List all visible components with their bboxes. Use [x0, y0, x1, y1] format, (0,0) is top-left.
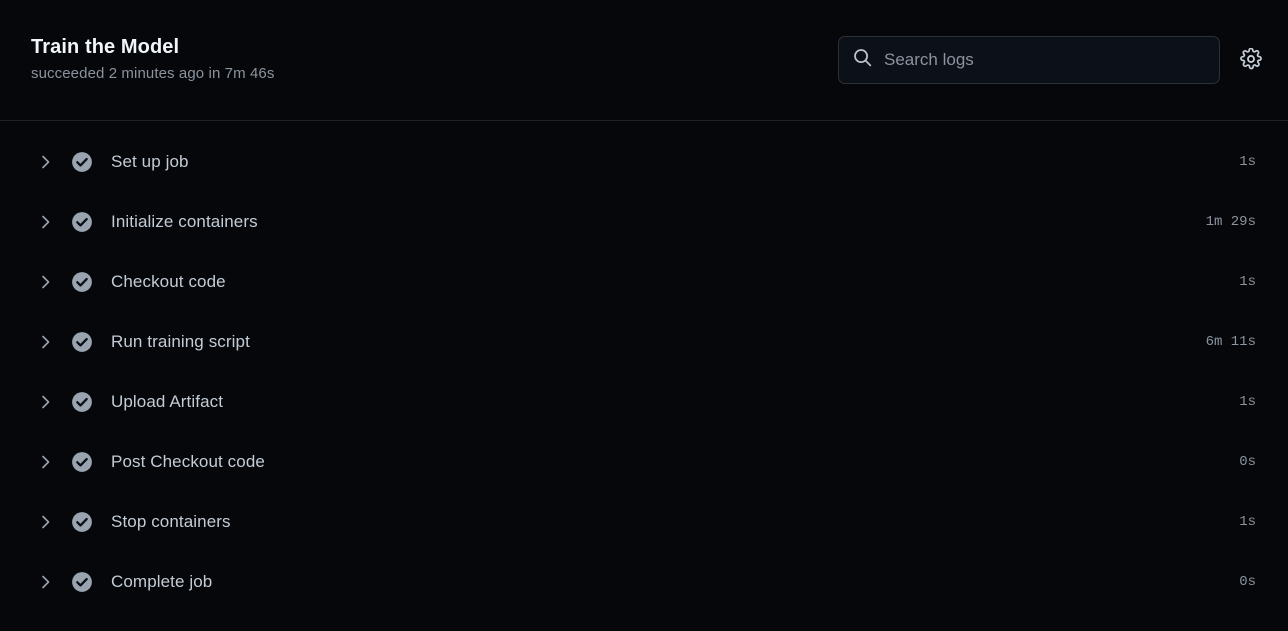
job-step-duration: 1s — [1239, 514, 1256, 530]
job-step-duration: 0s — [1239, 454, 1256, 470]
job-step-row-6[interactable]: Stop containers 1s — [0, 492, 1288, 552]
chevron-right-icon[interactable] — [30, 214, 60, 230]
check-circle-icon — [71, 151, 93, 173]
page-title: Train the Model — [31, 36, 180, 58]
chevron-right-icon[interactable] — [30, 394, 60, 410]
chevron-right-icon[interactable] — [30, 274, 60, 290]
job-step-row-0[interactable]: Set up job 1s — [0, 132, 1288, 192]
check-circle-icon — [71, 511, 93, 533]
job-steps-list: Set up job 1s Initialize containers 1m 2… — [0, 121, 1288, 631]
search-icon — [853, 48, 872, 72]
settings-button[interactable] — [1234, 43, 1268, 77]
job-step-row-4[interactable]: Upload Artifact 1s — [0, 372, 1288, 432]
chevron-right-icon[interactable] — [30, 574, 60, 590]
check-circle-icon — [71, 331, 93, 353]
search-input[interactable] — [884, 37, 1207, 83]
header-actions — [838, 36, 1268, 84]
job-step-duration: 1s — [1239, 274, 1256, 290]
job-step-label: Post Checkout code — [111, 452, 265, 471]
job-status-summary: succeeded 2 minutes ago in 7m 46s — [31, 65, 275, 82]
job-log-view: Train the Model succeeded 2 minutes ago … — [0, 0, 1288, 631]
job-step-label: Set up job — [111, 152, 189, 171]
check-circle-icon — [71, 571, 93, 593]
job-header: Train the Model succeeded 2 minutes ago … — [0, 0, 1288, 121]
job-step-row-2[interactable]: Checkout code 1s — [0, 252, 1288, 312]
job-step-duration: 1s — [1239, 154, 1256, 170]
job-step-label: Stop containers — [111, 512, 231, 531]
job-step-label: Checkout code — [111, 272, 226, 291]
chevron-right-icon[interactable] — [30, 454, 60, 470]
job-step-row-7[interactable]: Complete job 0s — [0, 552, 1288, 612]
gear-icon — [1240, 47, 1262, 73]
job-step-label: Run training script — [111, 332, 250, 351]
job-step-duration: 0s — [1239, 574, 1256, 590]
job-step-label: Complete job — [111, 572, 213, 591]
search-logs-box[interactable] — [838, 36, 1220, 84]
chevron-right-icon[interactable] — [30, 154, 60, 170]
job-step-label: Upload Artifact — [111, 392, 224, 411]
job-step-label: Initialize containers — [111, 212, 258, 231]
job-step-row-1[interactable]: Initialize containers 1m 29s — [0, 192, 1288, 252]
chevron-right-icon[interactable] — [30, 514, 60, 530]
job-step-duration: 6m 11s — [1205, 334, 1256, 350]
job-step-duration: 1m 29s — [1205, 214, 1256, 230]
job-header-titles: Train the Model succeeded 2 minutes ago … — [31, 33, 274, 85]
job-step-duration: 1s — [1239, 394, 1256, 410]
chevron-right-icon[interactable] — [30, 334, 60, 350]
check-circle-icon — [71, 211, 93, 233]
check-circle-icon — [71, 451, 93, 473]
check-circle-icon — [71, 391, 93, 413]
job-step-row-5[interactable]: Post Checkout code 0s — [0, 432, 1288, 492]
check-circle-icon — [71, 271, 93, 293]
job-step-row-3[interactable]: Run training script 6m 11s — [0, 312, 1288, 372]
